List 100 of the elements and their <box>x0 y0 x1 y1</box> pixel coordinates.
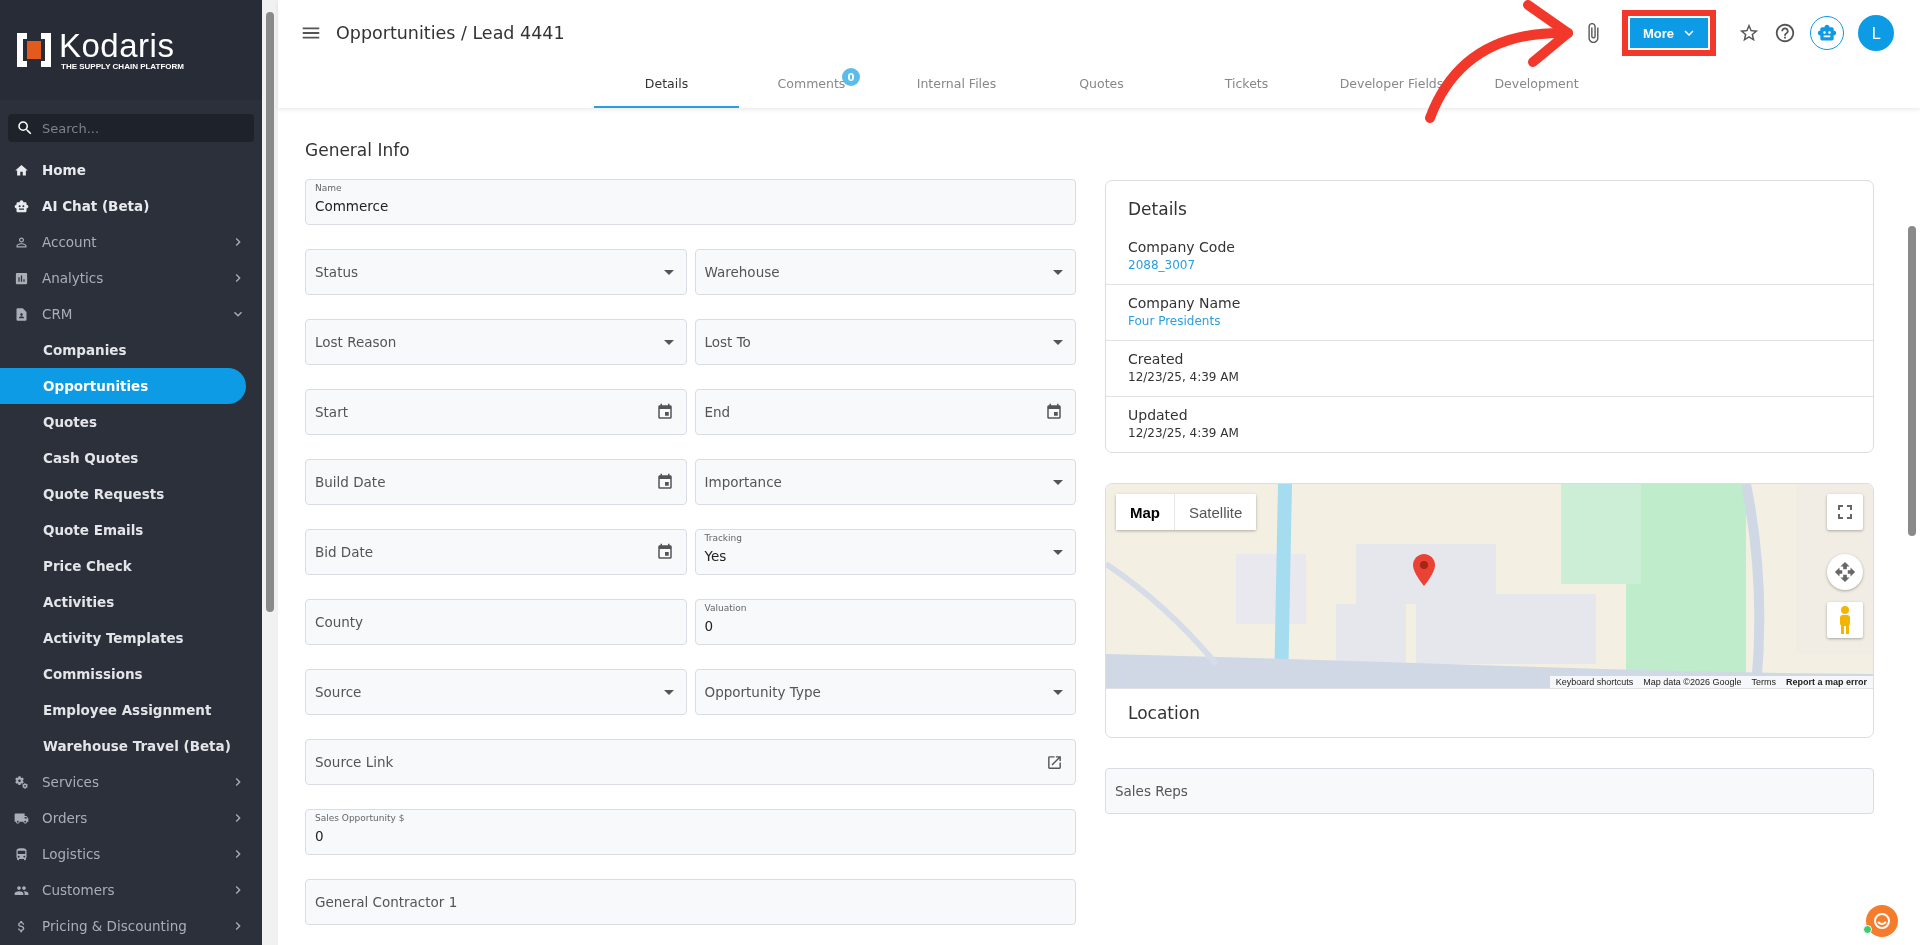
nav-subitem[interactable]: Warehouse Travel (Beta) <box>0 728 246 764</box>
dropdown-arrow-icon <box>1053 549 1063 555</box>
date-field[interactable]: Bid Date <box>305 529 687 575</box>
robot-button[interactable] <box>1810 16 1844 50</box>
nav-item[interactable]: Services <box>0 764 262 800</box>
text-field[interactable]: Sales Opportunity $ 0 <box>305 809 1076 855</box>
select-field[interactable]: Source <box>305 669 687 715</box>
nav-subitem[interactable]: Commissions <box>0 656 246 692</box>
tab[interactable]: Internal Files <box>884 66 1029 108</box>
nav-subitem[interactable]: Quotes <box>0 404 246 440</box>
nav-item[interactable]: Orders <box>0 800 262 836</box>
text-field[interactable]: Name Commerce <box>305 179 1076 225</box>
map-attribution-link[interactable]: Map data ©2026 Google <box>1643 677 1742 687</box>
date-field[interactable]: Start <box>305 389 687 435</box>
detail-value: 12/23/25, 4:39 AM <box>1128 370 1240 384</box>
dropdown-arrow-icon <box>663 269 674 275</box>
nav-subitem[interactable]: Activity Templates <box>0 620 246 656</box>
dropdown-arrow-icon <box>1053 339 1063 345</box>
dropdown-arrow-icon <box>1053 479 1063 485</box>
date-field[interactable]: Build Date <box>305 459 687 505</box>
dropdown-arrow-icon <box>1053 269 1063 275</box>
text-field[interactable]: General Contractor 1 <box>305 879 1076 925</box>
map-type-toggle[interactable]: Map <box>1116 494 1174 530</box>
bar-chart-icon <box>14 270 29 286</box>
nav-subitem[interactable]: Employee Assignment <box>0 692 246 728</box>
tab[interactable]: Developer Fields <box>1319 66 1464 108</box>
calendar-icon <box>655 403 674 421</box>
home-icon <box>14 162 29 178</box>
calendar-icon <box>1045 403 1063 421</box>
robot-icon <box>1817 23 1837 43</box>
detail-label: Created <box>1128 351 1185 367</box>
nav-subitem[interactable]: Cash Quotes <box>0 440 246 476</box>
move-arrows-icon <box>1834 561 1856 583</box>
field-label: Valuation <box>704 603 747 613</box>
nav-subitem[interactable]: Activities <box>0 584 246 620</box>
nav-item[interactable]: Logistics <box>0 836 262 872</box>
card-caption: Location <box>1106 688 1873 737</box>
help-icon[interactable] <box>1774 22 1796 44</box>
map-attribution-link[interactable]: Terms <box>1751 677 1776 687</box>
field-label: Sales Opportunity $ <box>315 813 405 823</box>
nav-subitem[interactable]: Price Check <box>0 548 246 584</box>
gears-icon <box>14 774 29 790</box>
calendar-icon <box>655 543 674 561</box>
open-link-icon[interactable] <box>1046 753 1063 771</box>
logo-tagline: THE SUPPLY CHAIN PLATFORM <box>61 62 184 71</box>
tab[interactable]: Details <box>594 66 739 108</box>
dropdown-arrow-icon <box>663 339 674 345</box>
logo-icon <box>15 31 53 69</box>
calendar-icon <box>655 473 674 491</box>
text-field[interactable]: Sales Reps <box>1105 768 1874 814</box>
card-title: Details <box>1127 198 1188 221</box>
select-field[interactable]: Opportunity Type <box>694 669 1076 715</box>
breadcrumb: Opportunities / Lead 4441 <box>336 23 566 43</box>
text-field[interactable]: County <box>305 599 687 645</box>
date-field[interactable]: End <box>694 389 1076 435</box>
tab[interactable]: Development <box>1464 66 1609 108</box>
detail-label: Company Name <box>1128 295 1242 311</box>
nav-item[interactable]: Account <box>0 224 262 260</box>
nav-item[interactable]: AI Chat (Beta) <box>0 188 262 224</box>
select-field[interactable]: Importance <box>694 459 1076 505</box>
dropdown-arrow-icon <box>663 689 674 695</box>
map-pin-icon <box>1413 554 1435 586</box>
detail-label: Updated <box>1128 407 1189 423</box>
nav-item[interactable]: CRM <box>0 296 262 332</box>
map-type-toggle[interactable]: Satellite <box>1174 494 1257 530</box>
scrollbar[interactable] <box>262 0 278 945</box>
text-field[interactable]: Valuation 0 <box>694 599 1076 645</box>
nav-item[interactable]: Customers <box>0 872 262 908</box>
tab[interactable]: Tickets <box>1174 66 1319 108</box>
detail-label: Company Code <box>1128 239 1236 255</box>
pegman-icon <box>1838 606 1852 634</box>
fullscreen-button[interactable] <box>1827 494 1863 530</box>
select-field[interactable]: Lost Reason <box>305 319 687 365</box>
map-attribution-link[interactable]: Report a map error <box>1785 677 1867 687</box>
detail-value: 12/23/25, 4:39 AM <box>1128 426 1240 440</box>
field-label: Tracking <box>704 533 742 543</box>
field-label: Name <box>315 183 342 193</box>
map-attribution-link[interactable]: Keyboard shortcuts <box>1555 677 1634 687</box>
select-field[interactable]: Status <box>305 249 687 295</box>
select-field[interactable]: Lost To <box>694 319 1076 365</box>
nav-item[interactable]: Pricing & Discounting <box>0 908 262 944</box>
star-icon[interactable] <box>1738 22 1760 44</box>
link-field[interactable]: Source Link <box>305 739 1076 785</box>
nav-subitem[interactable]: Quote Requests <box>0 476 246 512</box>
search-icon <box>16 119 34 137</box>
robot-icon <box>14 198 29 214</box>
nav-subitem[interactable]: Quote Emails <box>0 512 246 548</box>
bus-icon <box>14 846 29 862</box>
chat-icon <box>1873 912 1891 930</box>
nav-subitem[interactable]: Companies <box>0 332 246 368</box>
dropdown-arrow-icon <box>1053 689 1063 695</box>
logo-name: Kodaris <box>59 29 176 62</box>
tab[interactable]: Quotes <box>1029 66 1174 108</box>
nav-item[interactable]: Home <box>0 152 262 188</box>
section-title: General Info <box>305 140 411 160</box>
nav-item[interactable]: Analytics <box>0 260 262 296</box>
select-field[interactable]: Tracking Yes <box>694 529 1076 575</box>
contact-card-icon <box>14 306 29 322</box>
search-field[interactable]: Search... <box>8 114 254 142</box>
select-field[interactable]: Warehouse <box>694 249 1076 295</box>
